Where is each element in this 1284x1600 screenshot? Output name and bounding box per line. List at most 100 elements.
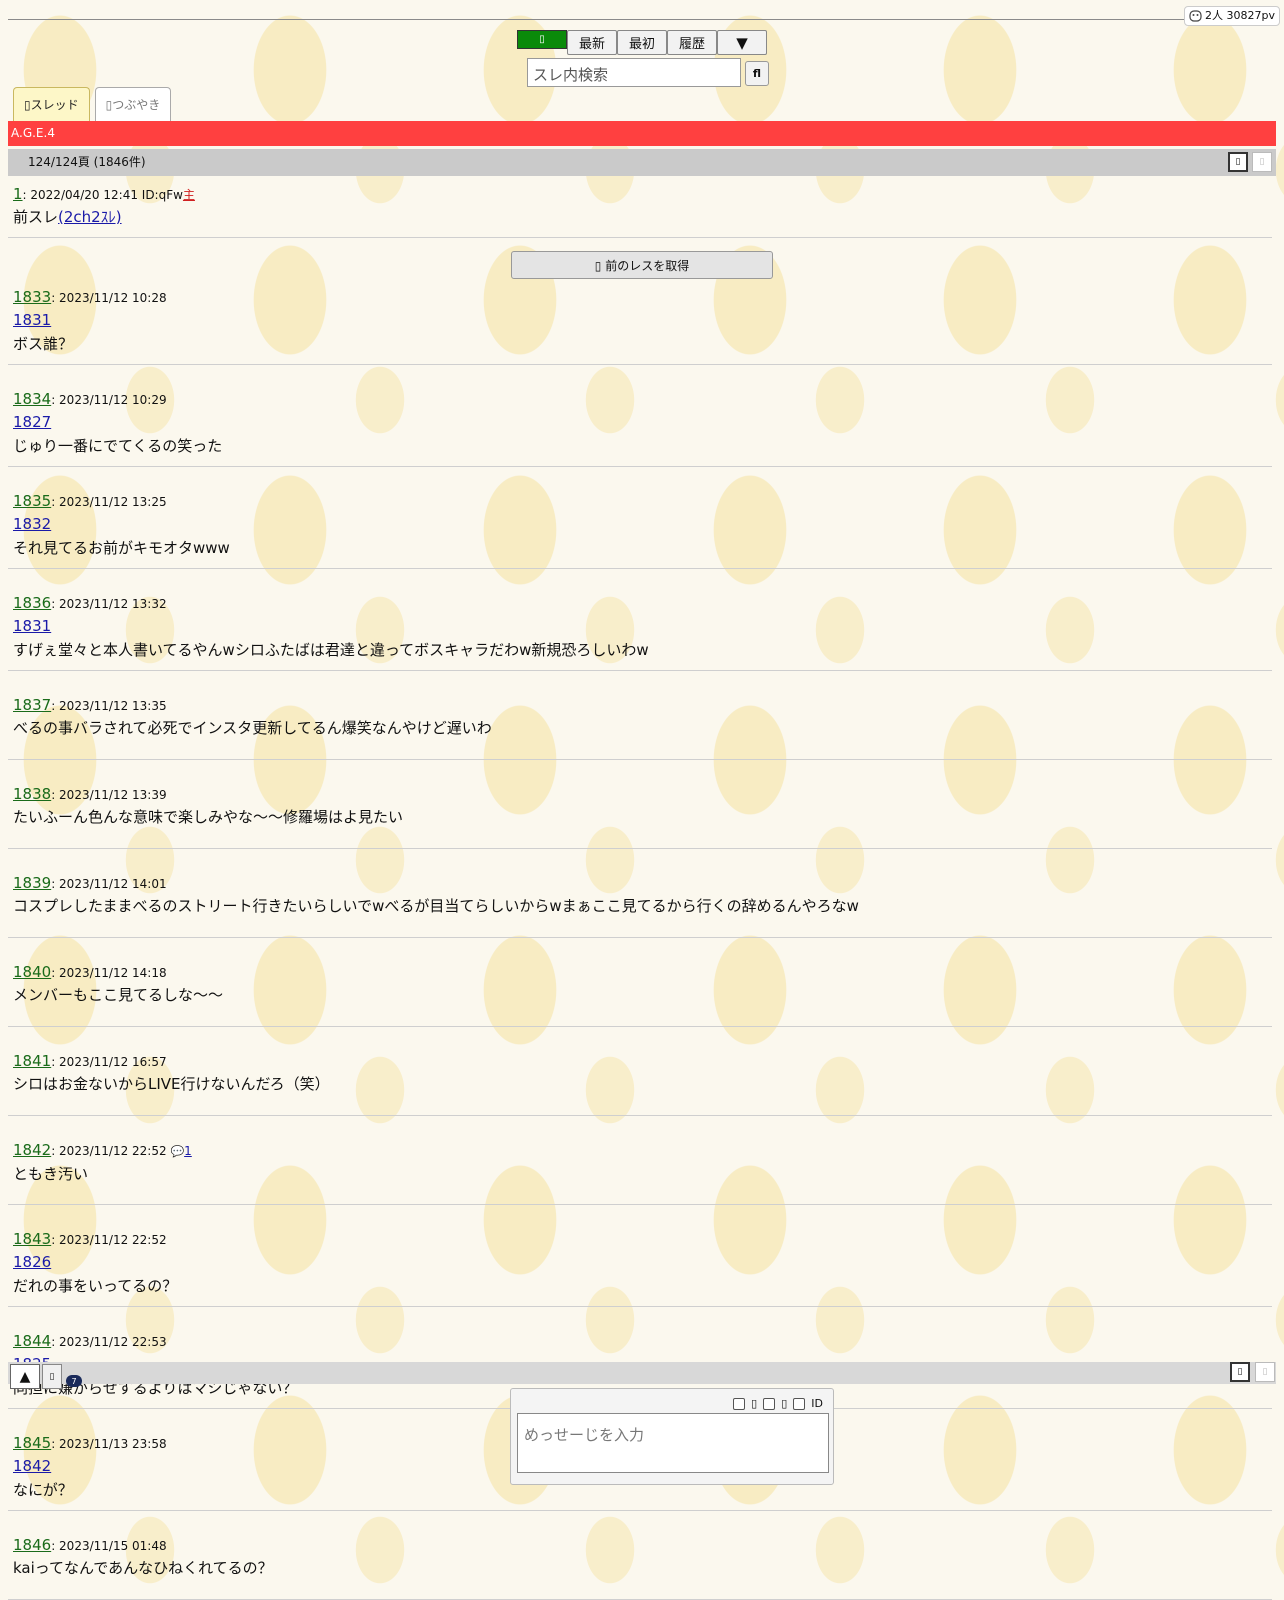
- bottom-view-toggle-alt-button[interactable]: ▯: [1255, 1362, 1275, 1382]
- compose-options: ▯ ▯ ID: [733, 1397, 823, 1410]
- post-item: 1839: 2023/11/12 14:01 コスプレしたままべるのストリート行き…: [8, 873, 1272, 938]
- post-date: : 2023/11/12 13:39: [51, 788, 167, 802]
- post-date: : 2023/11/12 14:18: [51, 966, 167, 980]
- post-number[interactable]: 1838: [13, 785, 51, 803]
- message-input[interactable]: めっせーじを入力: [517, 1413, 829, 1473]
- post-date: : 2023/11/12 22:52: [51, 1144, 167, 1158]
- search-input[interactable]: スレ内検索: [527, 58, 741, 87]
- post-number[interactable]: 1846: [13, 1536, 51, 1554]
- option-checkbox-2[interactable]: [763, 1397, 776, 1410]
- menu-button[interactable]: ▯: [42, 1364, 62, 1389]
- post-head: 1: 2022/04/20 12:41 ID:qFw主: [13, 184, 1267, 205]
- post-number[interactable]: 1839: [13, 874, 51, 892]
- post-item: 1836: 2023/11/12 13:32 1831 すげぇ堂々と本人書いてるやん…: [8, 593, 1272, 671]
- option-label-2: ▯: [781, 1397, 788, 1410]
- bottom-bar: [8, 1362, 1276, 1384]
- post-head: 1835: 2023/11/12 13:25: [13, 491, 1267, 512]
- post-item: 1834: 2023/11/12 10:29 1827 じゅり一番にでてくるの笑った: [8, 389, 1272, 467]
- post-date: : 2023/11/12 13:25: [51, 495, 167, 509]
- post-date: : 2023/11/12 10:28: [51, 291, 167, 305]
- bottom-view-toggle-button[interactable]: ▯: [1230, 1362, 1250, 1382]
- post-item: 1841: 2023/11/12 16:57 シロはお金ないからLIVE行けないん…: [8, 1051, 1272, 1116]
- scroll-top-button[interactable]: ▲: [10, 1364, 40, 1389]
- post-date: : 2023/11/12 10:29: [51, 393, 167, 407]
- post-body-prefix: 前スレ: [13, 208, 59, 226]
- post-item: 1833: 2023/11/12 10:28 1831 ボス誰？: [8, 287, 1272, 365]
- post-head: 1842: 2023/11/12 22:52 💬1: [13, 1140, 1267, 1162]
- option-label-1: ▯: [751, 1397, 758, 1410]
- post-date: : 2023/11/12 22:52: [51, 1233, 167, 1247]
- first-button[interactable]: 最初: [617, 30, 667, 55]
- post-head: 1833: 2023/11/12 10:28: [13, 287, 1267, 308]
- notification-badge: 7: [66, 1375, 82, 1387]
- post-body: ともき汚い: [13, 1165, 89, 1183]
- post-number[interactable]: 1837: [13, 696, 51, 714]
- post-date: : 2023/11/12 13:32: [51, 597, 167, 611]
- post-item: 1846: 2023/11/15 01:48 kaiってなんであんなひねくれてるの…: [8, 1535, 1272, 1600]
- post-body: それ見てるお前がキモオタwww: [13, 539, 230, 557]
- post-number[interactable]: 1844: [13, 1332, 51, 1350]
- post-item: 1843: 2023/11/12 22:52 1826 だれの事をいってるの？: [8, 1229, 1272, 1307]
- post-date: : 2023/11/12 13:35: [51, 699, 167, 713]
- history-button[interactable]: 履歴: [667, 30, 717, 55]
- face-icon: [1189, 10, 1202, 22]
- post-body: シロはお金ないからLIVE行けないんだろ（笑）: [13, 1075, 330, 1093]
- post-item: 1835: 2023/11/12 13:25 1832 それ見てるお前がキモオタww…: [8, 491, 1272, 569]
- post-meta: : 2022/04/20 12:41 ID:qFw: [22, 188, 183, 202]
- post-item: 1837: 2023/11/12 13:35 べるの事バラされて必死でインスタ更新…: [8, 695, 1272, 760]
- tab-tweets[interactable]: ▯つぶやき: [94, 87, 172, 121]
- post-body: ボス誰？: [13, 335, 74, 353]
- view-toggle-alt-button[interactable]: ▯: [1252, 152, 1272, 172]
- thread-search: スレ内検索 fl: [527, 58, 769, 87]
- post-number[interactable]: 1842: [13, 1141, 51, 1159]
- post-date: : 2023/11/12 22:53: [51, 1335, 167, 1349]
- more-menu-button[interactable]: ▼: [717, 30, 767, 55]
- post-head: 1840: 2023/11/12 14:18: [13, 962, 1267, 983]
- load-previous-button[interactable]: ▯ 前のレスを取得: [511, 251, 773, 279]
- post-number[interactable]: 1: [13, 185, 23, 203]
- post-body: べるの事バラされて必死でインスタ更新してるん爆笑なんやけど遅いわ: [13, 719, 492, 737]
- post-head: 1838: 2023/11/12 13:39: [13, 784, 1267, 805]
- post-number[interactable]: 1841: [13, 1052, 51, 1070]
- post-head: 1836: 2023/11/12 13:32: [13, 593, 1267, 614]
- post-number[interactable]: 1836: [13, 594, 51, 612]
- pager-bar: 124/124頁 (1846件): [8, 149, 1276, 176]
- speech-bubble-icon: 💬: [170, 1145, 185, 1158]
- option-checkbox-id[interactable]: [793, 1397, 806, 1410]
- search-button[interactable]: fl: [745, 61, 769, 86]
- view-toggle-button[interactable]: ▯: [1228, 152, 1248, 172]
- post-head: 1837: 2023/11/12 13:35: [13, 695, 1267, 716]
- reply-anchor-link[interactable]: 1826: [13, 1250, 1267, 1274]
- post-number[interactable]: 1834: [13, 390, 51, 408]
- reply-anchor-link[interactable]: 1831: [13, 614, 1267, 638]
- post-number[interactable]: 1843: [13, 1230, 51, 1248]
- latest-button[interactable]: 最新: [567, 30, 617, 55]
- pager-text: 124/124頁 (1846件): [28, 155, 146, 169]
- pv-counter: 2人 30827pv: [1184, 6, 1280, 26]
- pv-text: 2人 30827pv: [1205, 9, 1275, 22]
- post-body: だれの事をいってるの？: [13, 1277, 178, 1295]
- post-number[interactable]: 1840: [13, 963, 51, 981]
- tab-thread[interactable]: ▯スレッド: [13, 87, 90, 121]
- post-body: kaiってなんであんなひねくれてるの？: [13, 1559, 273, 1577]
- post-number[interactable]: 1845: [13, 1434, 51, 1452]
- post-head: 1834: 2023/11/12 10:29: [13, 389, 1267, 410]
- reply-count-link[interactable]: 1: [184, 1144, 192, 1158]
- prev-thread-link[interactable]: (2ch2ｽﾚ): [58, 208, 122, 226]
- option-checkbox-1[interactable]: [733, 1397, 746, 1410]
- home-button[interactable]: ▯: [517, 30, 567, 49]
- post-number[interactable]: 1835: [13, 492, 51, 510]
- post-date: : 2023/11/12 14:01: [51, 877, 167, 891]
- owner-mark[interactable]: 主: [183, 188, 195, 202]
- post-number[interactable]: 1833: [13, 288, 51, 306]
- post-head: 1846: 2023/11/15 01:48: [13, 1535, 1267, 1556]
- post-head: 1843: 2023/11/12 22:52: [13, 1229, 1267, 1250]
- post-first: 1: 2022/04/20 12:41 ID:qFw主 前スレ(2ch2ｽﾚ): [8, 184, 1272, 238]
- reply-anchor-link[interactable]: 1827: [13, 410, 1267, 434]
- post-date: : 2023/11/13 23:58: [51, 1437, 167, 1451]
- reply-anchor-link[interactable]: 1831: [13, 308, 1267, 332]
- thread-title: A.G.E.4: [8, 121, 1276, 146]
- post-body: コスプレしたままべるのストリート行きたいらしいでwべるが目当てらしいからwまぁこ…: [13, 897, 859, 915]
- reply-anchor-link[interactable]: 1832: [13, 512, 1267, 536]
- post-body: すげぇ堂々と本人書いてるやんwシロふたばは君達と違ってボスキャラだわw新規恐ろし…: [13, 641, 649, 659]
